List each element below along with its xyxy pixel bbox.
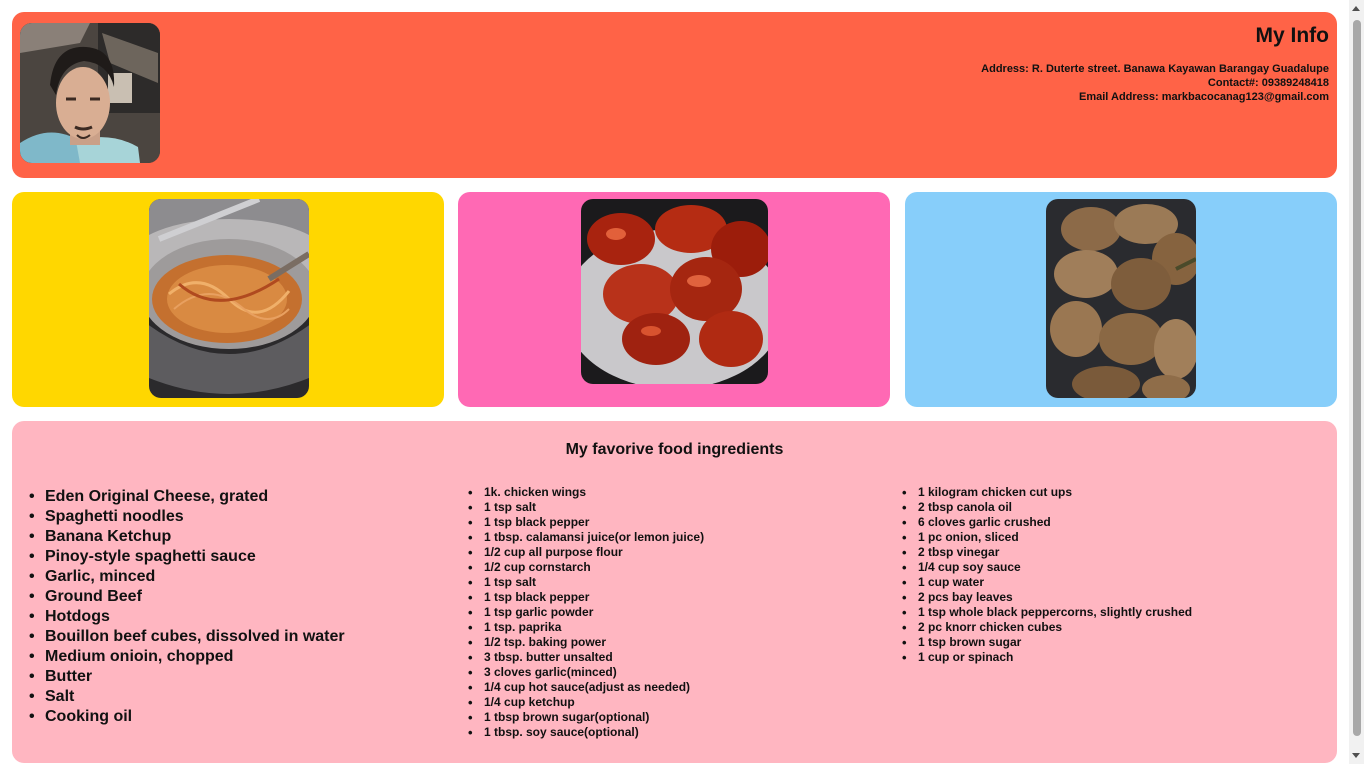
list-item: 1/4 cup ketchup [464, 695, 704, 710]
list-item: 1/4 cup hot sauce(adjust as needed) [464, 680, 704, 695]
list-item: 1 tsp salt [464, 575, 704, 590]
list-item: 1/4 cup soy sauce [898, 560, 1192, 575]
list-item: Salt [25, 687, 345, 707]
list-item: 3 tbsp. butter unsalted [464, 650, 704, 665]
chicken-adobo-ingredients-list: 1 kilogram chicken cut ups 2 tbsp canola… [898, 485, 1192, 665]
list-item: 1/2 tsp. baking power [464, 635, 704, 650]
card-chicken-wings [458, 192, 890, 407]
list-item: 2 tbsp canola oil [898, 500, 1192, 515]
list-item: Eden Original Cheese, grated [25, 487, 345, 507]
ingredients-title: My favorive food ingredients [565, 441, 784, 458]
list-item: Spaghetti noodles [25, 507, 345, 527]
email-text: Email Address: markbacocanag123@gmail.co… [1079, 91, 1329, 103]
scrollbar-thumb[interactable] [1353, 20, 1361, 736]
ingredients-section: My favorive food ingredients Eden Origin… [12, 421, 1337, 763]
list-item: Ground Beef [25, 587, 345, 607]
spaghetti-photo [149, 199, 309, 398]
list-item: Butter [25, 667, 345, 687]
list-item: Garlic, minced [25, 567, 345, 587]
list-item: 2 pc knorr chicken cubes [898, 620, 1192, 635]
list-item: Hotdogs [25, 607, 345, 627]
list-item: 1/2 cup cornstarch [464, 560, 704, 575]
food-cards [12, 192, 1337, 407]
vertical-scrollbar[interactable] [1349, 0, 1364, 764]
list-item: 1 tbsp brown sugar(optional) [464, 710, 704, 725]
list-item: Cooking oil [25, 707, 345, 727]
list-item: Medium onioin, chopped [25, 647, 345, 667]
list-item: 1/2 cup all purpose flour [464, 545, 704, 560]
list-item: 1 tsp black pepper [464, 590, 704, 605]
list-item: 1 tbsp. soy sauce(optional) [464, 725, 704, 740]
chicken-wings-ingredients-list: 1k. chicken wings 1 tsp salt 1 tsp black… [464, 485, 704, 740]
list-item: 1 tsp whole black peppercorns, slightly … [898, 605, 1192, 620]
list-item: 2 pcs bay leaves [898, 590, 1192, 605]
list-item: 1 tsp black pepper [464, 515, 704, 530]
card-chicken-adobo [905, 192, 1337, 407]
contact-info: My Info Address: R. Duterte street. Bana… [981, 24, 1329, 104]
list-item: 1 pc onion, sliced [898, 530, 1192, 545]
list-item: 1 cup water [898, 575, 1192, 590]
scroll-up-icon[interactable] [1352, 6, 1360, 11]
list-item: 1 tsp brown sugar [898, 635, 1192, 650]
list-item: Pinoy-style spaghetti sauce [25, 547, 345, 567]
profile-photo [20, 23, 160, 163]
list-item: 1 cup or spinach [898, 650, 1192, 665]
scroll-down-icon[interactable] [1352, 753, 1360, 758]
spaghetti-ingredients-list: Eden Original Cheese, grated Spaghetti n… [25, 487, 345, 727]
list-item: 1 tsp. paprika [464, 620, 704, 635]
info-header: My Info Address: R. Duterte street. Bana… [12, 12, 1337, 178]
list-item: 6 cloves garlic crushed [898, 515, 1192, 530]
list-item: 2 tbsp vinegar [898, 545, 1192, 560]
list-item: 1k. chicken wings [464, 485, 704, 500]
list-item: Bouillon beef cubes, dissolved in water [25, 627, 345, 647]
info-title: My Info [1255, 24, 1330, 47]
contact-number-text: Contact#: 09389248418 [1207, 77, 1329, 89]
list-item: 1 kilogram chicken cut ups [898, 485, 1192, 500]
chicken-adobo-photo [1046, 199, 1196, 398]
list-item: 1 tsp garlic powder [464, 605, 704, 620]
list-item: 3 cloves garlic(minced) [464, 665, 704, 680]
chicken-wings-photo [581, 199, 768, 384]
list-item: 1 tbsp. calamansi juice(or lemon juice) [464, 530, 704, 545]
address-text: Address: R. Duterte street. Banawa Kayaw… [981, 63, 1329, 75]
list-item: 1 tsp salt [464, 500, 704, 515]
list-item: Banana Ketchup [25, 527, 345, 547]
card-spaghetti [12, 192, 444, 407]
